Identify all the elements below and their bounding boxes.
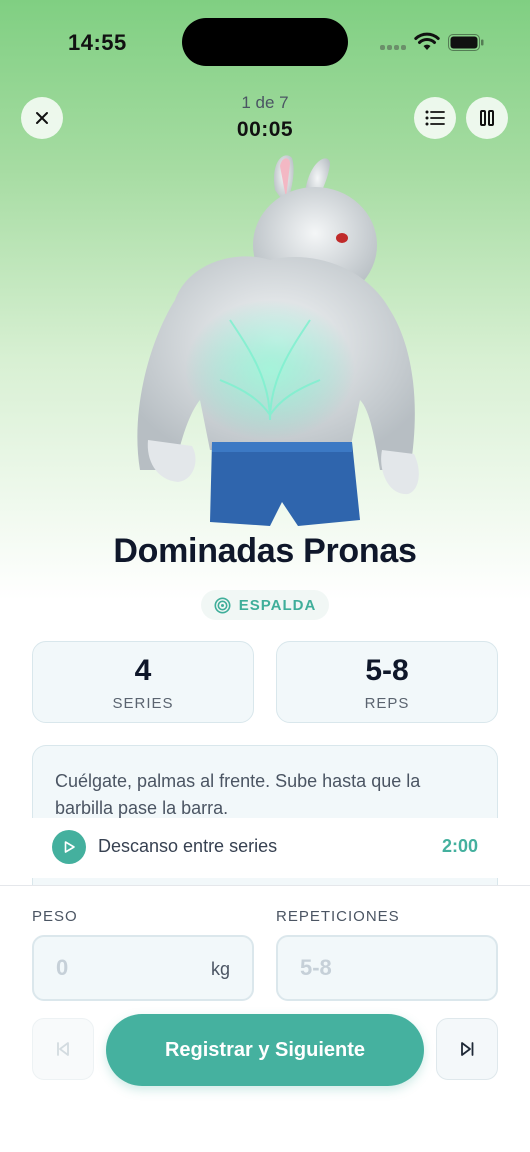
close-icon — [36, 112, 48, 124]
rest-label: Descanso entre series — [98, 836, 278, 856]
dynamic-island — [182, 18, 348, 66]
status-bar: 14:55 — [0, 0, 530, 86]
exercise-list-button[interactable] — [414, 97, 456, 139]
reps-input-label: REPETICIONES — [276, 908, 400, 925]
weight-field[interactable]: kg — [32, 935, 254, 1001]
workout-timer: 00:05 — [236, 118, 294, 141]
exercise-illustration — [137, 155, 419, 526]
reps-value: 5-8 — [365, 654, 409, 687]
exercise-description: Cuélgate, palmas al frente. Sube hasta q… — [55, 771, 421, 818]
series-stat-card: 4 SERIES — [32, 641, 254, 723]
reps-label: REPS — [364, 695, 410, 712]
wifi-icon — [414, 32, 440, 50]
pause-icon — [480, 110, 494, 126]
reps-stat-card: 5-8 REPS — [276, 641, 498, 723]
series-label: SERIES — [112, 695, 174, 712]
rest-play-button[interactable] — [52, 830, 86, 864]
play-icon — [64, 841, 75, 853]
list-icon — [425, 110, 445, 126]
target-icon — [214, 597, 231, 613]
battery-icon — [448, 34, 484, 51]
series-value: 4 — [134, 654, 152, 687]
weight-unit: kg — [210, 959, 230, 979]
register-next-button[interactable]: Registrar y Siguiente — [106, 1014, 424, 1086]
reps-field[interactable] — [276, 935, 498, 1001]
skip-exercise-button[interactable] — [436, 1018, 498, 1080]
skip-previous-icon — [57, 1042, 69, 1056]
status-time: 14:55 — [68, 30, 127, 55]
close-button[interactable] — [21, 97, 63, 139]
muscle-group-badge: ESPALDA — [201, 590, 329, 620]
cellular-signal-icon — [380, 36, 410, 50]
reps-input[interactable] — [278, 937, 496, 999]
exercise-progress: 1 de 7 — [241, 93, 289, 112]
pause-button[interactable] — [466, 97, 508, 139]
rest-duration: 2:00 — [441, 836, 478, 856]
rest-timer-row[interactable]: Descanso entre series 2:00 — [32, 818, 498, 878]
skip-next-icon — [461, 1042, 474, 1056]
previous-exercise-button[interactable] — [32, 1018, 94, 1080]
weight-label: PESO — [32, 908, 78, 925]
section-divider — [0, 885, 530, 886]
exercise-title: Dominadas Pronas — [113, 532, 417, 570]
muscle-group-label: ESPALDA — [238, 596, 317, 614]
